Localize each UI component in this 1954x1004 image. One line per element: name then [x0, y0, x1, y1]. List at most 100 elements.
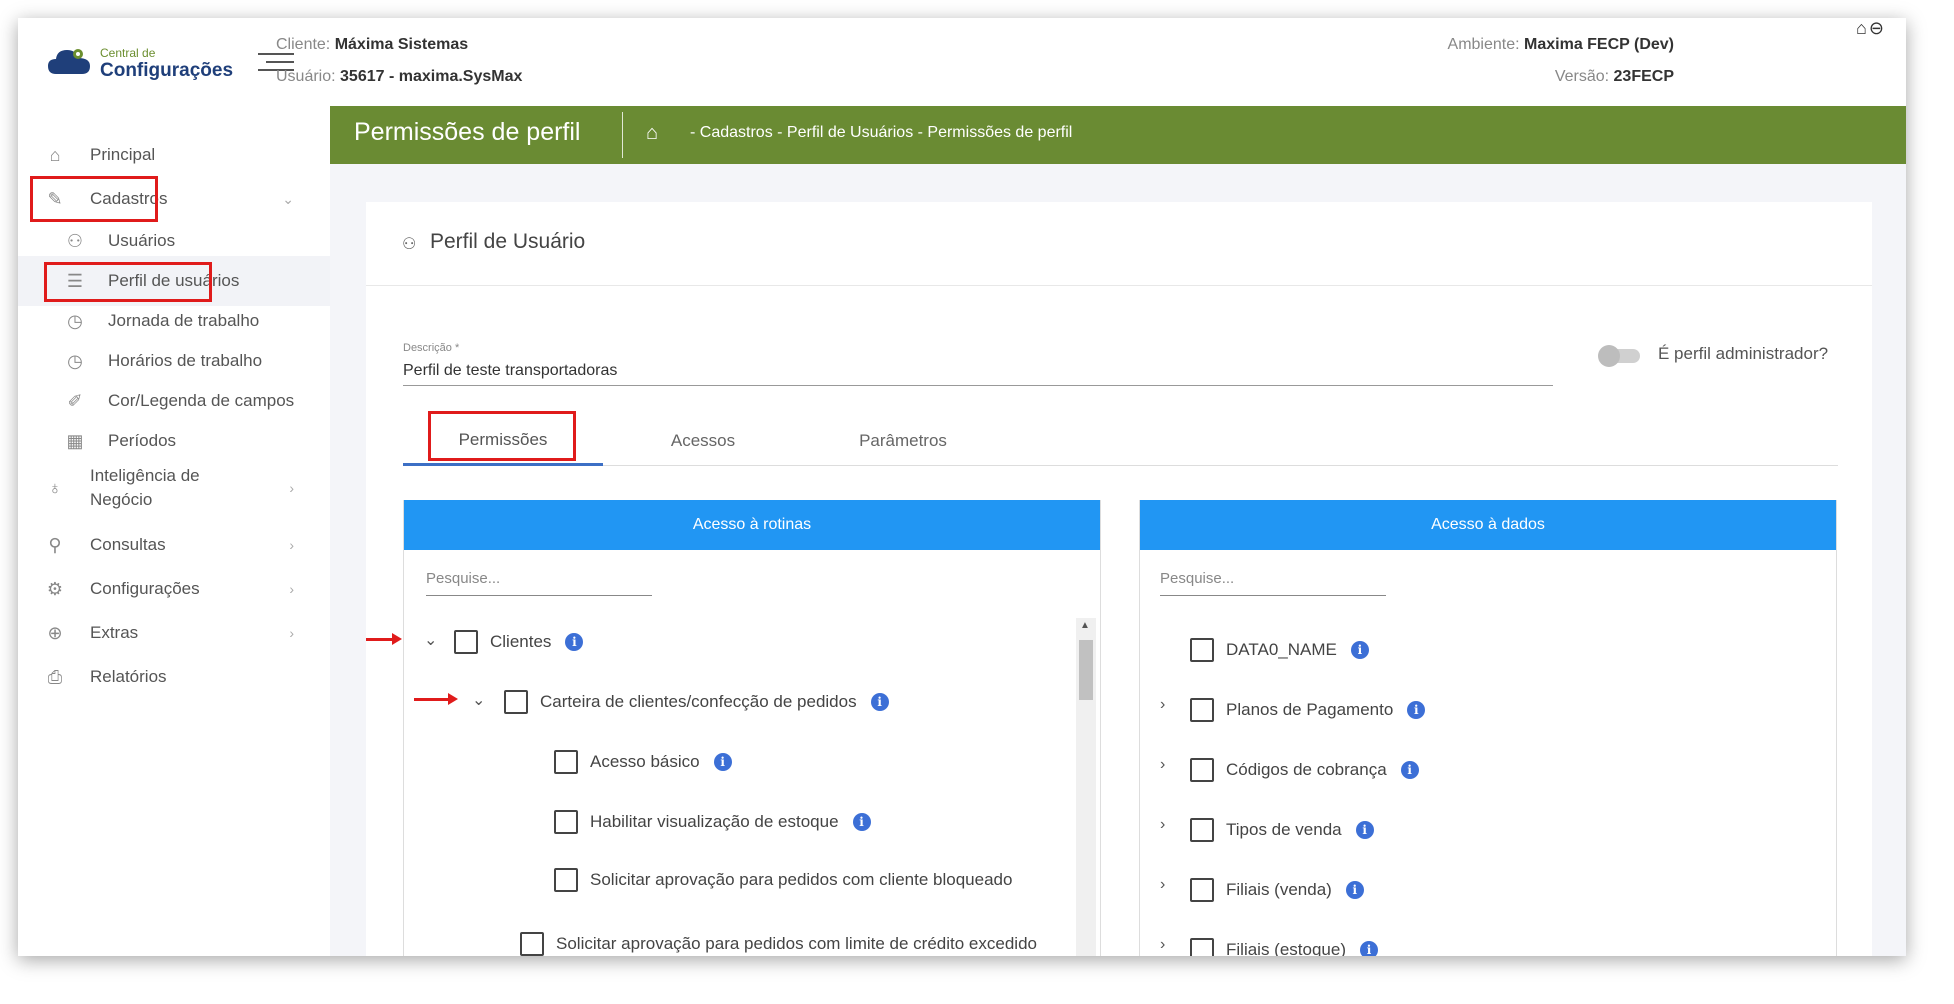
- info-icon[interactable]: i: [870, 693, 889, 711]
- item-label: Planos de Pagamento: [1226, 700, 1394, 719]
- profile-card: ⚇ Perfil de Usuário Descrição * É perfil…: [366, 202, 1872, 956]
- environment-info: Ambiente: Maxima FECP (Dev): [1448, 36, 1674, 54]
- checkbox[interactable]: [454, 630, 478, 654]
- chevron-down-icon[interactable]: ⌄: [424, 630, 437, 650]
- list-item: Carteira de clientes/confecção de pedido…: [504, 688, 889, 716]
- checkbox[interactable]: [1190, 638, 1214, 662]
- list-item: Solicitar aprovação para pedidos com lim…: [520, 930, 1037, 956]
- version-label: Versão:: [1554, 68, 1610, 85]
- edit-icon: ✎: [47, 188, 63, 209]
- chevron-down-icon[interactable]: ⌄: [472, 690, 485, 710]
- sidebar-item-consultas[interactable]: ⚲ Consultas ›: [18, 520, 330, 570]
- admin-toggle-label: É perfil administrador?: [1658, 344, 1829, 363]
- app-window: Central de Configurações Cliente: Máxima…: [18, 18, 1906, 956]
- item-label: Tipos de venda: [1226, 820, 1342, 839]
- checkbox[interactable]: [1190, 758, 1214, 782]
- checkbox[interactable]: [1190, 818, 1214, 842]
- card-title: Perfil de Usuário: [430, 230, 586, 253]
- logo-title: Configurações: [100, 60, 234, 81]
- tab-parametros[interactable]: Parâmetros: [803, 416, 1003, 466]
- calendar-icon: ▦: [66, 430, 84, 451]
- sidebar-item-label: Inteligência de Negócio: [90, 464, 200, 512]
- item-label: Solicitar aprovação para pedidos com cli…: [590, 870, 1013, 889]
- app-logo[interactable]: Central de Configurações: [48, 40, 233, 84]
- sidebar-item-extras[interactable]: ⊕ Extras ›: [18, 608, 330, 658]
- info-icon[interactable]: i: [1345, 881, 1364, 899]
- home-icon[interactable]: ⌂: [646, 122, 658, 145]
- sidebar-item-inteligencia[interactable]: ♁ Inteligência de Negócio ›: [18, 458, 330, 518]
- list-item: Tipos de venda i: [1190, 816, 1374, 844]
- chevron-right-icon[interactable]: ›: [1160, 756, 1165, 774]
- chevron-down-icon: ⌄: [282, 190, 294, 207]
- sidebar-item-principal[interactable]: ⌂ Principal: [18, 130, 330, 180]
- checkbox[interactable]: [504, 690, 528, 714]
- checkbox[interactable]: [554, 750, 578, 774]
- printer-icon: ⎙: [47, 666, 63, 687]
- sidebar-item-relatorios[interactable]: ⎙ Relatórios: [18, 652, 330, 702]
- admin-toggle[interactable]: [1598, 345, 1642, 367]
- description-field[interactable]: [403, 356, 1553, 386]
- gear-icon: ⚙: [46, 578, 64, 599]
- routines-search-input[interactable]: [426, 562, 652, 596]
- cloud-gear-icon: [48, 49, 90, 74]
- client-label: Cliente:: [276, 36, 331, 53]
- checkbox[interactable]: [1190, 878, 1214, 902]
- chevron-right-icon[interactable]: ›: [1160, 816, 1165, 834]
- sidebar-item-label: Cadastros: [90, 189, 168, 208]
- description-label: Descrição *: [403, 342, 460, 354]
- scroll-up-icon[interactable]: ▲: [1080, 620, 1090, 631]
- list-item: Clientes i: [454, 628, 584, 656]
- info-icon[interactable]: i: [1400, 761, 1419, 779]
- home-logout-icon[interactable]: ⌂⊖: [1856, 18, 1886, 39]
- checkbox[interactable]: [554, 810, 578, 834]
- title-separator: [622, 112, 623, 158]
- info-icon[interactable]: i: [852, 813, 871, 831]
- info-icon[interactable]: i: [1407, 701, 1426, 719]
- scrollbar[interactable]: ▲: [1076, 618, 1096, 956]
- plus-circle-icon: ⊕: [47, 622, 63, 643]
- sidebar-item-label: Usuários: [108, 231, 176, 250]
- chevron-right-icon[interactable]: ›: [1160, 936, 1165, 954]
- data-search-input[interactable]: [1160, 562, 1386, 596]
- info-icon[interactable]: i: [1350, 641, 1369, 659]
- info-icon[interactable]: i: [1360, 941, 1378, 956]
- sidebar-item-label: Jornada de trabalho: [108, 311, 260, 330]
- data-panel-header: Acesso à dados: [1140, 500, 1836, 550]
- sidebar-item-configuracoes[interactable]: ⚙ Configurações ›: [18, 564, 330, 614]
- version-info: Versão: 23FECP: [1555, 68, 1674, 86]
- checkbox[interactable]: [1190, 938, 1214, 956]
- chevron-right-icon[interactable]: ›: [1160, 876, 1165, 894]
- chevron-right-icon[interactable]: ›: [1160, 696, 1165, 714]
- list-item: Planos de Pagamento i: [1190, 696, 1426, 724]
- routines-panel: Acesso à rotinas ⌄ Clientes i ⌄ Carteira…: [403, 500, 1101, 956]
- sidebar-item-label: Perfil de usuários: [108, 271, 240, 290]
- list-item: Habilitar visualização de estoque i: [554, 808, 871, 836]
- sidebar-item-label: Horários de trabalho: [108, 351, 263, 370]
- checkbox[interactable]: [1190, 698, 1214, 722]
- item-label: Clientes: [490, 632, 552, 651]
- sidebar-item-label: Consultas: [90, 535, 166, 554]
- item-label: Habilitar visualização de estoque: [590, 812, 839, 831]
- pen-icon: ✐: [67, 390, 83, 411]
- scrollbar-thumb[interactable]: [1079, 640, 1093, 700]
- list-item: Filiais (venda) i: [1190, 876, 1364, 904]
- info-icon[interactable]: i: [1355, 821, 1374, 839]
- checkbox[interactable]: [520, 932, 544, 956]
- sidebar-item-label: Extras: [90, 623, 139, 642]
- sidebar-item-label: Relatórios: [90, 667, 167, 686]
- info-icon[interactable]: i: [565, 633, 584, 651]
- item-label: Carteira de clientes/confecção de pedido…: [540, 692, 857, 711]
- user-value: 35617 - maxima.SysMax: [340, 68, 523, 85]
- card-header: ⚇ Perfil de Usuário: [366, 202, 1872, 286]
- breadcrumb[interactable]: - Cadastros - Perfil de Usuários - Permi…: [690, 124, 1072, 142]
- sidebar-item-label: Períodos: [108, 431, 177, 450]
- tab-acessos[interactable]: Acessos: [603, 416, 803, 466]
- tab-permissoes[interactable]: Permissões: [403, 416, 603, 466]
- sidebar-item-label-line1: Inteligência de: [90, 466, 200, 485]
- sidebar-item-label: Principal: [90, 145, 156, 164]
- info-icon[interactable]: i: [713, 753, 732, 771]
- sidebar-item-label-line2: Negócio: [90, 490, 153, 509]
- chevron-right-icon: ›: [289, 480, 294, 496]
- checkbox[interactable]: [554, 868, 578, 892]
- routines-panel-header: Acesso à rotinas: [404, 500, 1100, 550]
